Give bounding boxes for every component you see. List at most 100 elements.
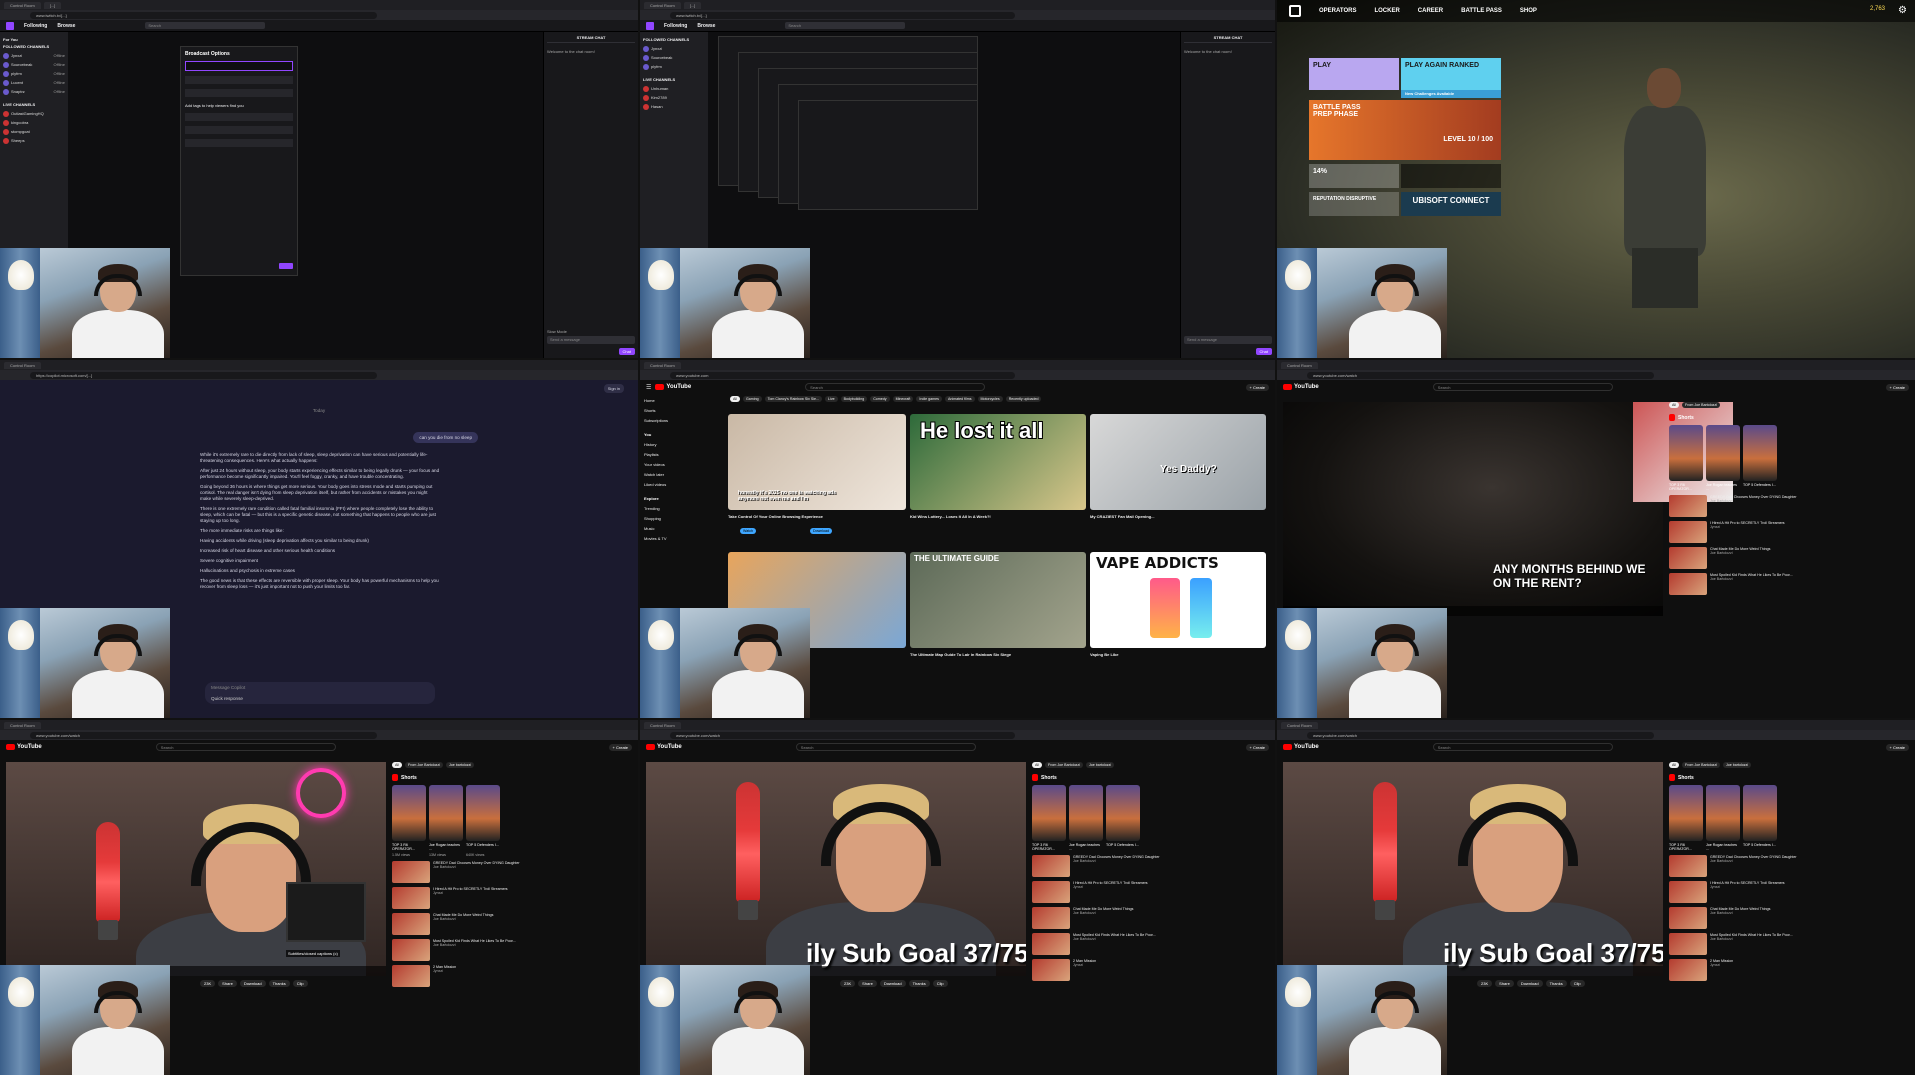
chip[interactable]: Joe bartolozzi [445, 762, 475, 768]
video-thumbnail[interactable]: Yes Daddy? [1090, 414, 1266, 510]
chat-button[interactable]: Chat [618, 348, 635, 355]
message-input[interactable]: Message Copilot Quick response [205, 682, 435, 704]
chip[interactable]: Tom Clancy's Rainbow Six Sie... [764, 396, 823, 402]
chip[interactable]: From Joe Bartolozzi [1682, 402, 1720, 408]
url-field[interactable]: https://copilot.microsoft.com/[...] [30, 371, 377, 379]
chat-button[interactable]: Chat [1255, 348, 1272, 355]
browser-tab[interactable]: [...] [43, 1, 62, 9]
sidebar-playlists[interactable]: Playlists [644, 452, 698, 462]
browser-tab[interactable]: Control Room [1281, 361, 1318, 369]
thanks-button[interactable]: Thanks [908, 980, 930, 987]
short-thumb[interactable] [1743, 425, 1777, 481]
chip[interactable]: All [730, 396, 740, 402]
tags-field[interactable] [185, 113, 293, 121]
url-field[interactable]: www.youtube.com/watch [30, 731, 377, 739]
browser-tab[interactable]: Control Room [4, 721, 41, 729]
browser-tab[interactable]: Control Room [1281, 721, 1318, 729]
browser-tab[interactable]: Control Room [4, 1, 41, 9]
chip[interactable]: All [392, 762, 402, 768]
video-player[interactable]: ily Sub Goal 37/75 [1283, 762, 1663, 976]
rec-item[interactable]: GREEDY Dad Chooses Money Over DYING Daug… [392, 861, 634, 883]
game-logo-icon[interactable] [1289, 5, 1301, 17]
sidebar-music[interactable]: Music [644, 526, 698, 536]
rec-item[interactable]: 2 Man Mission Jynxzi [1032, 959, 1271, 981]
sidebar-subscriptions[interactable]: Subscriptions [644, 418, 698, 428]
sidebar-channel[interactable]: Sourcebeak Offline [3, 60, 65, 69]
browser-tab[interactable]: [...] [683, 1, 702, 9]
category-field[interactable] [185, 89, 293, 97]
battle-pass-tile[interactable]: BATTLE PASS PREP PHASE LEVEL 10 / 100 [1309, 100, 1501, 160]
youtube-logo[interactable]: YouTube [1283, 744, 1319, 750]
chip[interactable]: From Joe Bartolozzi [405, 762, 443, 768]
rec-item[interactable]: GREEDY Dad Chooses Money Over DYING Daug… [1669, 495, 1911, 517]
video-thumbnail[interactable]: He lost it all [910, 414, 1086, 510]
video-thumbnail[interactable]: THE ULTIMATE GUIDE [910, 552, 1086, 648]
rec-item[interactable]: Chat Made Me Do More Weird Things Joe Bar… [392, 913, 634, 935]
sidebar-channel[interactable]: Jynxzi Offline [3, 51, 65, 60]
nav-shop[interactable]: SHOP [1520, 8, 1537, 14]
create-button[interactable]: + Create [1885, 743, 1909, 751]
search-input[interactable]: Search [145, 22, 266, 29]
search-input[interactable]: Search [1432, 383, 1613, 391]
nav-browse[interactable]: Browse [57, 23, 75, 29]
short-thumb[interactable] [1669, 785, 1703, 841]
notification-field[interactable] [185, 76, 293, 84]
rec-item[interactable]: Chat Made Me Do More Weird Things Joe Bar… [1669, 547, 1911, 569]
live-channel[interactable]: Sheeps [3, 136, 65, 145]
sidebar-channel[interactable]: plyfrm [643, 62, 705, 71]
search-input[interactable]: Search [1432, 743, 1613, 751]
watch-button[interactable]: Watch [740, 528, 757, 534]
like-button[interactable]: 23K [840, 980, 856, 987]
short-thumb[interactable] [466, 785, 500, 841]
url-field[interactable]: www.youtube.com/watch [670, 731, 1015, 739]
video-title[interactable]: Kid Wins Lottery... Loses It All In A We… [910, 514, 1050, 519]
chip[interactable]: Animated films [944, 396, 975, 402]
sidebar-history[interactable]: History [644, 442, 698, 452]
url-field[interactable]: www.youtube.com/watch [1307, 731, 1654, 739]
create-button[interactable]: + Create [1885, 383, 1909, 391]
sign-in-button[interactable]: Sign in [603, 383, 624, 393]
clip-button[interactable]: Clip [932, 980, 948, 987]
progress-tile[interactable]: 14% [1309, 164, 1399, 188]
browser-tab[interactable]: Control Room [644, 721, 681, 729]
chip[interactable]: All [1032, 762, 1042, 768]
url-field[interactable]: www.youtube.com [670, 371, 1015, 379]
chip[interactable]: Live [825, 396, 838, 402]
live-channel[interactable]: Kim2789 [643, 93, 705, 102]
sidebar-home[interactable]: Home [644, 398, 698, 408]
rec-item[interactable]: I Hired A Hit Pro to SECRETLY Troll Stre… [1032, 881, 1271, 903]
short-thumb[interactable] [392, 785, 426, 841]
chip[interactable]: Bodybuilding [840, 396, 868, 402]
video-title[interactable]: Vaping Be Like [1090, 652, 1230, 657]
sidebar-trending[interactable]: Trending [644, 506, 698, 516]
rec-item[interactable]: I Hired A Hit Pro to SECRETLY Troll Stre… [1669, 521, 1911, 543]
twitch-logo-icon[interactable] [646, 21, 654, 30]
sidebar-channel[interactable]: Jynxzi [643, 44, 705, 53]
rec-item[interactable]: 2 Man Mission Jynxzi [392, 965, 634, 987]
rec-item[interactable]: I Hired A Hit Pro to SECRETLY Troll Stre… [392, 887, 634, 909]
search-input[interactable]: Search [805, 383, 986, 391]
chip[interactable]: Joe bartolozzi [1722, 762, 1752, 768]
sidebar-channel[interactable]: Lucent Offline [3, 78, 65, 87]
browser-tab[interactable]: Control Room [644, 361, 681, 369]
rec-item[interactable]: Most Spoiled Kid Finds What He Likes To … [1669, 573, 1911, 595]
sidebar-watch-later[interactable]: Watch later [644, 472, 698, 482]
clip-button[interactable]: Clip [1569, 980, 1585, 987]
youtube-logo[interactable]: YouTube [655, 384, 691, 390]
search-input[interactable]: Search [785, 22, 906, 29]
nav-following[interactable]: Following [24, 23, 47, 29]
play-tile[interactable]: PLAY [1309, 58, 1399, 90]
thanks-button[interactable]: Thanks [1545, 980, 1567, 987]
chip[interactable]: All [1669, 762, 1679, 768]
create-button[interactable]: + Create [1245, 383, 1269, 391]
youtube-logo[interactable]: YouTube [1283, 384, 1319, 390]
nav-operators[interactable]: OPERATORS [1319, 8, 1356, 14]
chip[interactable]: Gaming [743, 396, 762, 402]
download-button[interactable]: Download [810, 528, 832, 534]
video-thumbnail[interactable]: VAPE ADDICTS [1090, 552, 1266, 648]
video-player[interactable]: ANY MONTHS BEHIND WE ON THE RENT? [1283, 402, 1733, 616]
chip[interactable]: From Joe Bartolozzi [1045, 762, 1083, 768]
rec-item[interactable]: Most Spoiled Kid Finds What He Likes To … [1032, 933, 1271, 955]
short-thumb[interactable] [1032, 785, 1066, 841]
chat-input[interactable]: Send a message [1184, 336, 1272, 344]
